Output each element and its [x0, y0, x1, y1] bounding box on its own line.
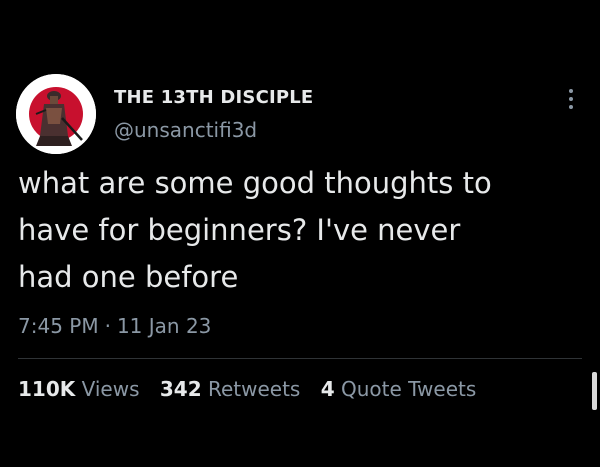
tweet-text-line: what are some good thoughts to: [18, 166, 492, 200]
tweet-text-line: have for beginners? I've never: [18, 213, 461, 247]
tweet-card: THE 13TH DISCIPLE @unsanctifi3d what are…: [0, 0, 600, 467]
scrollbar[interactable]: [592, 372, 597, 410]
tweet-text: what are some good thoughts to have for …: [18, 160, 588, 301]
tweet-timestamp[interactable]: 7:45 PM · 11 Jan 23: [18, 314, 211, 338]
more-vertical-icon[interactable]: [563, 86, 579, 112]
retweets-label: Retweets: [207, 377, 301, 401]
quote-tweets-stat[interactable]: 4 Quote Tweets: [321, 377, 477, 401]
retweets-stat[interactable]: 342 Retweets: [160, 377, 300, 401]
meta-separator: ·: [104, 314, 111, 338]
views-label: Views: [81, 377, 140, 401]
avatar[interactable]: [16, 74, 96, 154]
quote-tweets-label: Quote Tweets: [340, 377, 477, 401]
retweets-count: 342: [159, 377, 202, 401]
author-display-name[interactable]: THE 13TH DISCIPLE: [114, 87, 313, 108]
tweet-stats: 110K Views 342 Retweets 4 Quote Tweets: [18, 377, 490, 401]
tweet-time: 7:45 PM: [18, 314, 99, 338]
views-stat[interactable]: 110K Views: [18, 377, 140, 401]
author-handle[interactable]: @unsanctifi3d: [114, 118, 257, 142]
quote-tweets-count: 4: [320, 377, 335, 401]
divider: [18, 358, 582, 359]
samurai-figure-avatar-icon: [16, 74, 96, 154]
tweet-text-line: had one before: [18, 260, 239, 294]
tweet-date: 11 Jan 23: [116, 314, 212, 338]
views-count: 110K: [18, 377, 76, 401]
